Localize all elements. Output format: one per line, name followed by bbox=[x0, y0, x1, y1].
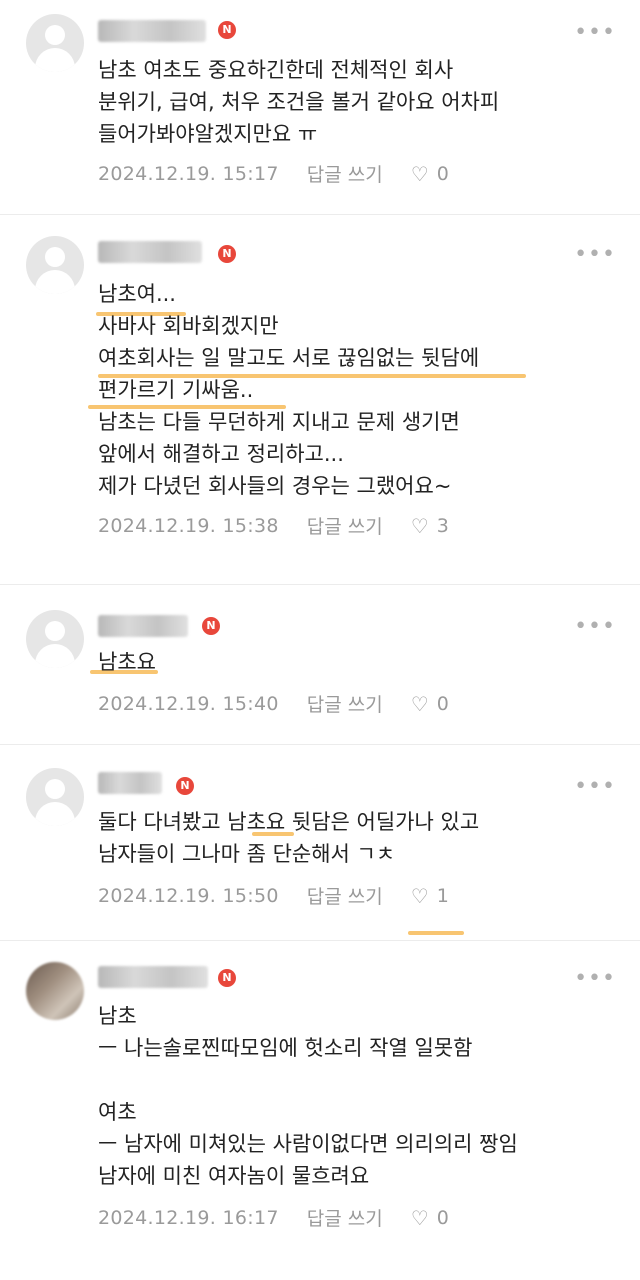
comment-text: 남초 ㅡ 나는솔로찐따모임에 헛소리 작열 일못함 여초 ㅡ 남자에 미쳐있는 … bbox=[98, 1004, 518, 1188]
reply-button[interactable]: 답글 쓰기 bbox=[307, 690, 383, 717]
like-heart-icon[interactable]: ♡ bbox=[411, 514, 429, 538]
reply-button[interactable]: 답글 쓰기 bbox=[307, 1204, 383, 1231]
avatar[interactable] bbox=[26, 962, 84, 1020]
reply-button[interactable]: 답글 쓰기 bbox=[307, 882, 383, 909]
blurred-nickname[interactable] bbox=[98, 772, 162, 794]
like-heart-icon[interactable]: ♡ bbox=[411, 1206, 429, 1230]
comment-date: 2024.12.19. 15:40 bbox=[98, 692, 279, 715]
like-count: 3 bbox=[436, 514, 449, 537]
like-heart-icon[interactable]: ♡ bbox=[411, 884, 429, 908]
more-options-icon[interactable]: ••• bbox=[574, 968, 616, 990]
like-count: 0 bbox=[436, 692, 449, 715]
reply-button[interactable]: 답글 쓰기 bbox=[307, 512, 383, 539]
reply-button[interactable]: 답글 쓰기 bbox=[307, 160, 383, 187]
avatar[interactable] bbox=[26, 768, 84, 826]
comment-meta: 2024.12.19. 15:40 답글 쓰기 ♡ 0 bbox=[98, 690, 449, 720]
comment-text: 남초여... 사바사 회바회겠지만 여초회사는 일 말고도 서로 끊임없는 뒷담… bbox=[98, 282, 480, 498]
divider bbox=[0, 214, 640, 215]
more-options-icon[interactable]: ••• bbox=[574, 244, 616, 266]
divider bbox=[0, 584, 640, 585]
comment-date: 2024.12.19. 16:17 bbox=[98, 1206, 279, 1229]
like-count: 0 bbox=[436, 1206, 449, 1229]
comment-date: 2024.12.19. 15:50 bbox=[98, 884, 279, 907]
comment-date: 2024.12.19. 15:38 bbox=[98, 514, 279, 537]
more-options-icon[interactable]: ••• bbox=[574, 776, 616, 798]
like-count: 1 bbox=[436, 884, 449, 907]
blurred-nickname[interactable] bbox=[98, 615, 188, 637]
more-options-icon[interactable]: ••• bbox=[574, 22, 616, 44]
comment-meta: 2024.12.19. 15:38 답글 쓰기 ♡ 3 bbox=[98, 512, 449, 542]
new-badge: N bbox=[218, 245, 236, 263]
comment-date: 2024.12.19. 15:17 bbox=[98, 162, 279, 185]
blurred-nickname[interactable] bbox=[98, 241, 202, 263]
avatar[interactable] bbox=[26, 14, 84, 72]
new-badge: N bbox=[202, 617, 220, 635]
like-count: 0 bbox=[436, 162, 449, 185]
comment-meta: 2024.12.19. 16:17 답글 쓰기 ♡ 0 bbox=[98, 1204, 449, 1234]
like-heart-icon[interactable]: ♡ bbox=[411, 162, 429, 186]
like-heart-icon[interactable]: ♡ bbox=[411, 692, 429, 716]
comment-meta: 2024.12.19. 15:17 답글 쓰기 ♡ 0 bbox=[98, 160, 449, 190]
comment-text: 남초 여초도 중요하긴한데 전체적인 회사 분위기, 급여, 처우 조건을 볼거… bbox=[98, 58, 500, 146]
comment-text: 남초요 bbox=[98, 650, 156, 674]
more-options-icon[interactable]: ••• bbox=[574, 616, 616, 638]
highlight-mark bbox=[408, 931, 464, 935]
comment-text: 둘다 다녀봤고 남초요 뒷담은 어딜가나 있고 남자들이 그나마 좀 단순해서 … bbox=[98, 810, 480, 866]
comment-meta: 2024.12.19. 15:50 답글 쓰기 ♡ 1 bbox=[98, 882, 449, 912]
avatar[interactable] bbox=[26, 236, 84, 294]
new-badge: N bbox=[218, 969, 236, 987]
new-badge: N bbox=[218, 21, 236, 39]
blurred-nickname[interactable] bbox=[98, 966, 208, 988]
divider bbox=[0, 940, 640, 941]
divider bbox=[0, 744, 640, 745]
blurred-nickname[interactable] bbox=[98, 20, 206, 42]
new-badge: N bbox=[176, 777, 194, 795]
avatar[interactable] bbox=[26, 610, 84, 668]
